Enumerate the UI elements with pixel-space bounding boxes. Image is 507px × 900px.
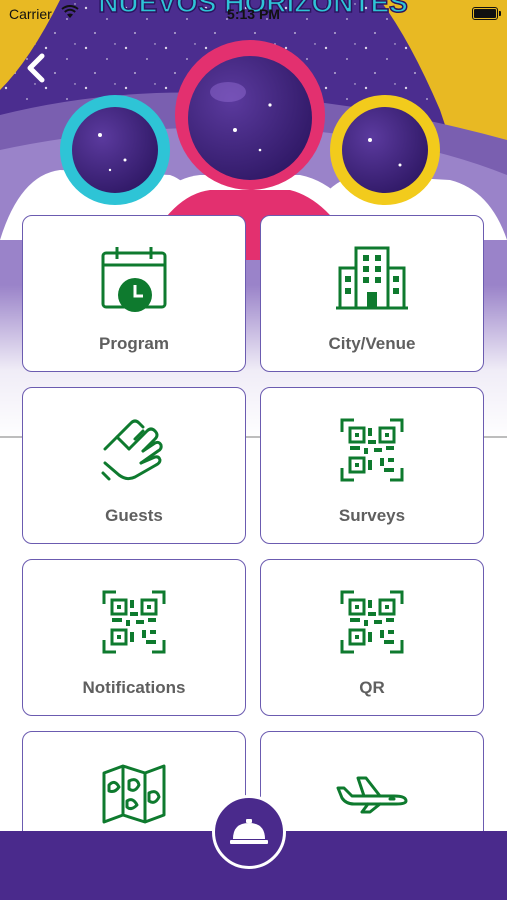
menu-tile-program[interactable]: Program — [22, 215, 246, 372]
battery-icon — [472, 7, 501, 20]
service-bell-icon — [230, 819, 268, 844]
back-button[interactable] — [20, 50, 54, 86]
menu-tile-notifications[interactable]: Notifications — [22, 559, 246, 716]
qr-code-icon — [261, 586, 483, 658]
menu-tile-guests[interactable]: Guests — [22, 387, 246, 544]
handshake-icon — [23, 414, 245, 486]
menu-tile-surveys[interactable]: Surveys — [260, 387, 484, 544]
service-bell-button[interactable] — [212, 795, 286, 869]
menu-tile-qr[interactable]: QR — [260, 559, 484, 716]
menu-tile-label: Guests — [105, 506, 163, 525]
map-icon — [23, 758, 245, 830]
menu-tile-label: City/Venue — [328, 334, 416, 353]
building-icon — [261, 242, 483, 314]
status-bar: Carrier 5:13 PM — [0, 0, 507, 28]
menu-tile-city-venue[interactable]: City/Venue — [260, 215, 484, 372]
calendar-clock-icon — [23, 242, 245, 314]
airplane-icon — [261, 758, 483, 830]
clock: 5:13 PM — [227, 6, 280, 22]
qr-code-icon — [261, 414, 483, 486]
menu-tile-label: Program — [99, 334, 169, 353]
qr-code-icon — [23, 586, 245, 658]
menu-tile-label: Notifications — [82, 678, 186, 697]
menu-tile-label: QR — [359, 678, 385, 697]
chevron-left-icon — [27, 53, 45, 83]
menu-tile-label: Surveys — [338, 506, 406, 525]
